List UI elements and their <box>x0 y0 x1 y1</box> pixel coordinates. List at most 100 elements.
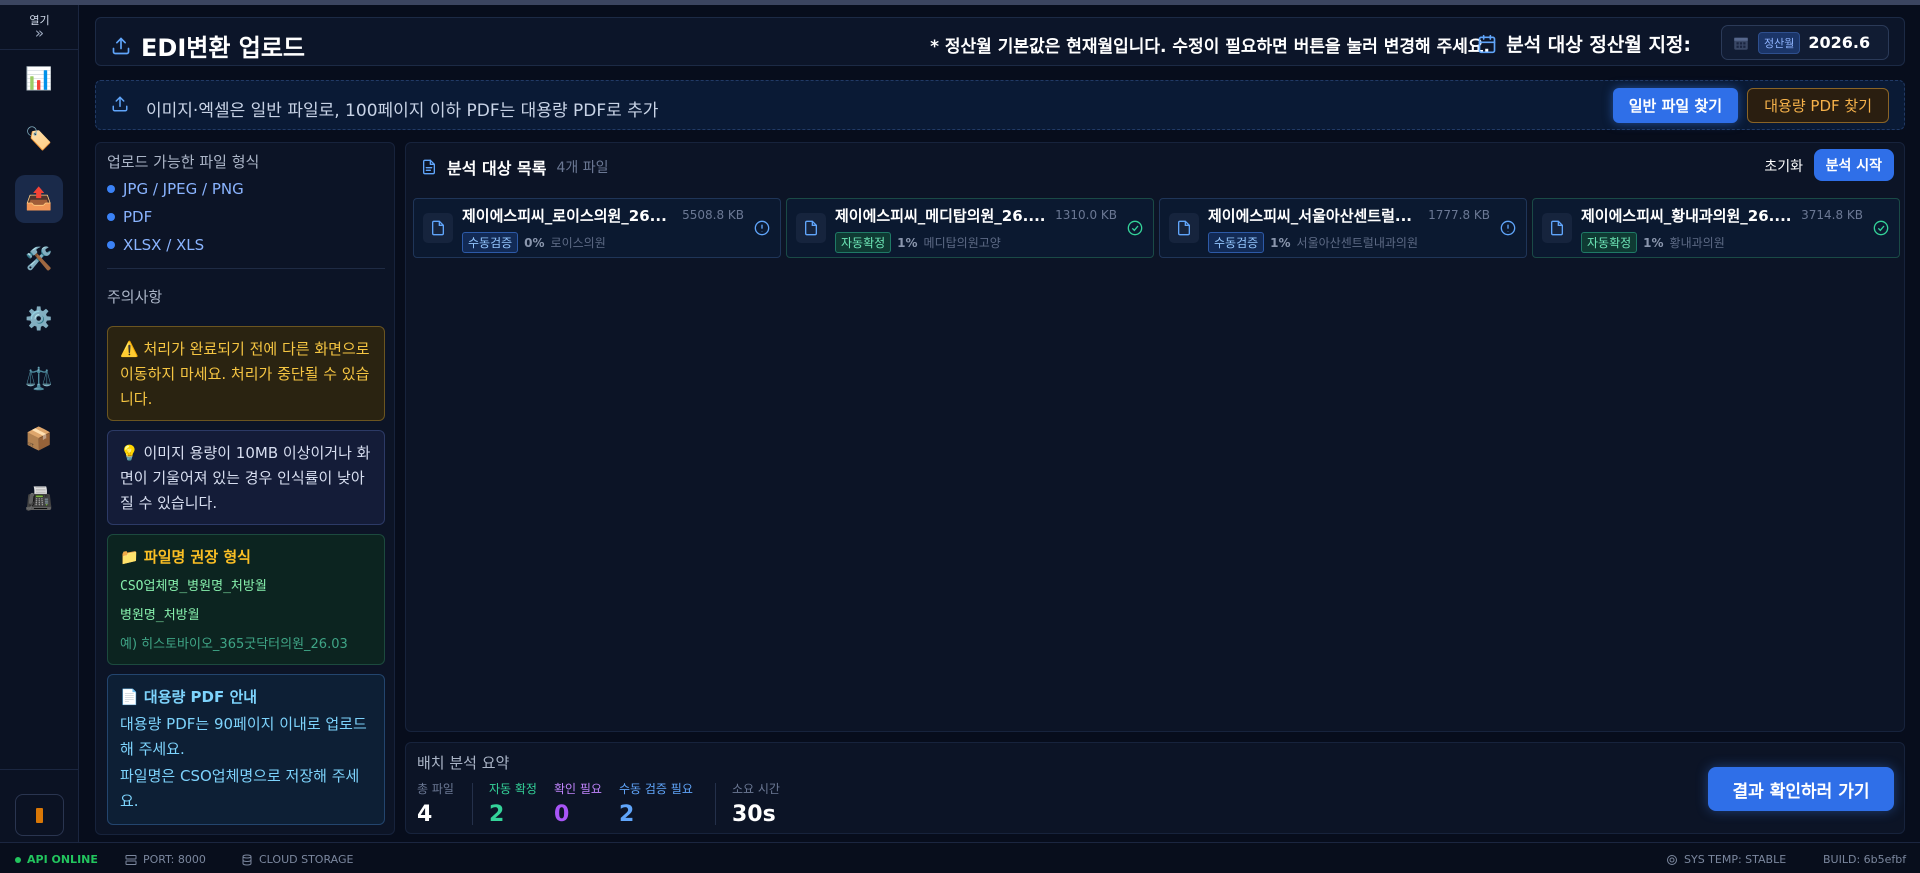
guide-panel: 업로드 가능한 파일 형식 JPG / JPEG / PNG PDF XLSX … <box>95 142 395 835</box>
alert-circle-icon <box>1500 220 1516 240</box>
file-list-panel: 분석 대상 목록 4개 파일 초기화 분석 시작 제이에스피씨_로이스의원_26… <box>405 142 1905 732</box>
file-meta: 수동검증 1% 서울아산센트럴내과의원 <box>1208 232 1418 253</box>
format-item: XLSX / XLS <box>107 236 204 254</box>
storage-status: CLOUD STORAGE <box>241 853 353 866</box>
stat-label: 자동 확정 <box>489 782 537 796</box>
sidebar-collapse-toggle[interactable] <box>15 794 64 836</box>
formats-title: 업로드 가능한 파일 형식 <box>107 153 260 171</box>
file-list-title-text: 분석 대상 목록 <box>447 159 547 178</box>
sidebar-item-tools[interactable]: 🛠️ <box>15 235 63 283</box>
temp-text: SYS TEMP: STABLE <box>1684 853 1787 866</box>
database-icon <box>242 854 252 866</box>
price-tag-icon: 🏷️ <box>25 126 53 152</box>
browse-large-pdf-button[interactable]: 대용량 PDF 찾기 <box>1747 88 1889 123</box>
reset-button[interactable]: 초기화 <box>1764 156 1803 176</box>
upload-dropzone[interactable]: 이미지·엑셀은 일반 파일로, 100페이지 이하 PDF는 대용량 PDF로 … <box>95 80 1905 130</box>
file-size: 3714.8 KB <box>1801 208 1863 222</box>
package-icon: 📦 <box>25 426 53 452</box>
stat-auto: 자동 확정 2 <box>489 780 537 827</box>
divider <box>107 268 385 269</box>
filename-format-2: 병원명_처방월 <box>120 608 200 623</box>
file-count: 4개 파일 <box>556 160 609 176</box>
status-badge: 수동검증 <box>1208 232 1265 253</box>
format-label: JPG / JPEG / PNG <box>123 180 244 198</box>
sidebar-item-settlement[interactable]: ⚖️ <box>15 355 63 403</box>
period-label-text: 분석 대상 정산월 지정: <box>1506 34 1691 56</box>
format-label: PDF <box>123 208 153 226</box>
file-progress: 1% <box>1270 235 1291 250</box>
api-status: API ONLINE <box>15 853 98 866</box>
port-text: PORT: 8000 <box>143 853 206 866</box>
status-bar: API ONLINE PORT: 8000 CLOUD STORAGE SYS … <box>0 842 1920 873</box>
file-progress: 1% <box>1643 235 1664 250</box>
warning-card: ⚠️ 처리가 완료되기 전에 다른 화면으로 이동하지 마세요. 처리가 중단될… <box>107 326 385 421</box>
file-card[interactable]: 제이에스피씨_서울아산센트럴... 1777.8 KB 수동검증 1% 서울아산… <box>1159 198 1527 258</box>
sidebar-item-edi-upload[interactable]: 📤 <box>15 175 63 223</box>
page-title: EDI변환 업로드 <box>111 28 305 63</box>
stat-time: 소요 시간 30s <box>732 780 780 827</box>
sidebar-item-fax[interactable]: 📠 <box>15 475 63 523</box>
document-icon <box>423 159 435 175</box>
chevrons-right-icon: » <box>34 24 45 42</box>
tip-text: 이미지 용량이 10MB 이상이거나 화면이 기울어져 있는 경우 인식률이 낮… <box>120 444 371 512</box>
printer-icon: 📠 <box>25 486 53 512</box>
sidebar-item-inventory[interactable]: 📦 <box>15 415 63 463</box>
status-badge: 수동검증 <box>462 232 519 253</box>
stat-value: 2 <box>619 802 635 827</box>
hospital-name: 로이스의원 <box>550 236 606 250</box>
bullet-dot <box>107 213 115 221</box>
browse-files-button[interactable]: 일반 파일 찾기 <box>1612 88 1738 123</box>
window-top-border <box>0 0 1920 5</box>
panel-bar-icon <box>36 807 43 823</box>
stat-value: 2 <box>489 802 505 827</box>
hospital-name: 메디탑의원고양 <box>923 236 1001 250</box>
file-icon <box>423 213 453 243</box>
sidebar-divider-bottom <box>0 769 79 770</box>
lightbulb-icon: 💡 <box>120 444 139 462</box>
divider <box>715 783 716 825</box>
storage-text: CLOUD STORAGE <box>259 853 354 866</box>
file-card[interactable]: 제이에스피씨_메디탑의원_26.... 1310.0 KB 자동확정 1% 메디… <box>786 198 1154 258</box>
file-card[interactable]: 제이에스피씨_황내과의원_26.... 3714.8 KB 자동확정 1% 황내… <box>1532 198 1900 258</box>
file-size: 1777.8 KB <box>1428 208 1490 222</box>
upload-icon <box>112 96 128 112</box>
folder-icon: 📁 <box>120 548 139 566</box>
large-pdf-card: 📄 대용량 PDF 안내 대용량 PDF는 90페이지 이내로 업로드해 주세요… <box>107 674 385 825</box>
warning-text: 처리가 완료되기 전에 다른 화면으로 이동하지 마세요. 처리가 중단될 수 … <box>120 340 370 408</box>
stat-value: 4 <box>417 802 433 827</box>
file-icon <box>796 213 826 243</box>
page-title-text: EDI변환 업로드 <box>141 34 306 62</box>
file-list-title: 분석 대상 목록 4개 파일 <box>421 155 608 179</box>
document-icon: 📄 <box>120 688 139 706</box>
file-card[interactable]: 제이에스피씨_로이스의원_26... 5508.8 KB 수동검증 0% 로이스… <box>413 198 781 258</box>
bar-chart-icon: 📊 <box>25 66 53 92</box>
sidebar-expand-button[interactable]: 열기 » <box>0 15 79 42</box>
calendar-grid-icon <box>1734 37 1748 50</box>
filename-format-card: 📁 파일명 권장 형식 CSO업체명_병원명_처방월 병원명_처방월 예) 히스… <box>107 534 385 665</box>
format-item: JPG / JPEG / PNG <box>107 180 244 198</box>
port-status: PORT: 8000 <box>125 853 206 866</box>
view-results-button[interactable]: 결과 확인하러 가기 <box>1708 767 1894 811</box>
format-item: PDF <box>107 208 152 226</box>
period-selector[interactable]: 정산월 2026.6 <box>1721 25 1889 60</box>
stat-label: 총 파일 <box>417 782 454 796</box>
file-icon <box>1169 213 1199 243</box>
upload-tray-icon: 📤 <box>25 186 53 212</box>
file-meta: 자동확정 1% 메디탑의원고양 <box>835 232 1001 253</box>
file-icon <box>1542 213 1572 243</box>
period-label: 분석 대상 정산월 지정: <box>1477 30 1691 57</box>
upload-icon <box>112 37 130 54</box>
large-pdf-title: 📄 대용량 PDF 안내 <box>120 685 372 710</box>
sidebar: 열기 » 📊 🏷️ 📤 🛠️ ⚙️ ⚖️ 📦 📠 <box>0 5 79 842</box>
temp-status: SYS TEMP: STABLE <box>1666 853 1786 866</box>
sidebar-item-dashboard[interactable]: 📊 <box>15 55 63 103</box>
page-header: EDI변환 업로드 * 정산월 기본값은 현재월입니다. 수정이 필요하면 버튼… <box>95 17 1905 66</box>
sidebar-item-products[interactable]: 🏷️ <box>15 115 63 163</box>
sidebar-divider <box>0 49 79 50</box>
check-circle-icon <box>1127 220 1143 240</box>
filename-example: 예) 히스토바이오_365굿닥터의원_26.03 <box>120 637 348 652</box>
start-analysis-button[interactable]: 분석 시작 <box>1813 149 1894 181</box>
stat-value: 30s <box>732 802 776 827</box>
gear-icon: ⚙️ <box>25 306 53 332</box>
sidebar-item-settings[interactable]: ⚙️ <box>15 295 63 343</box>
